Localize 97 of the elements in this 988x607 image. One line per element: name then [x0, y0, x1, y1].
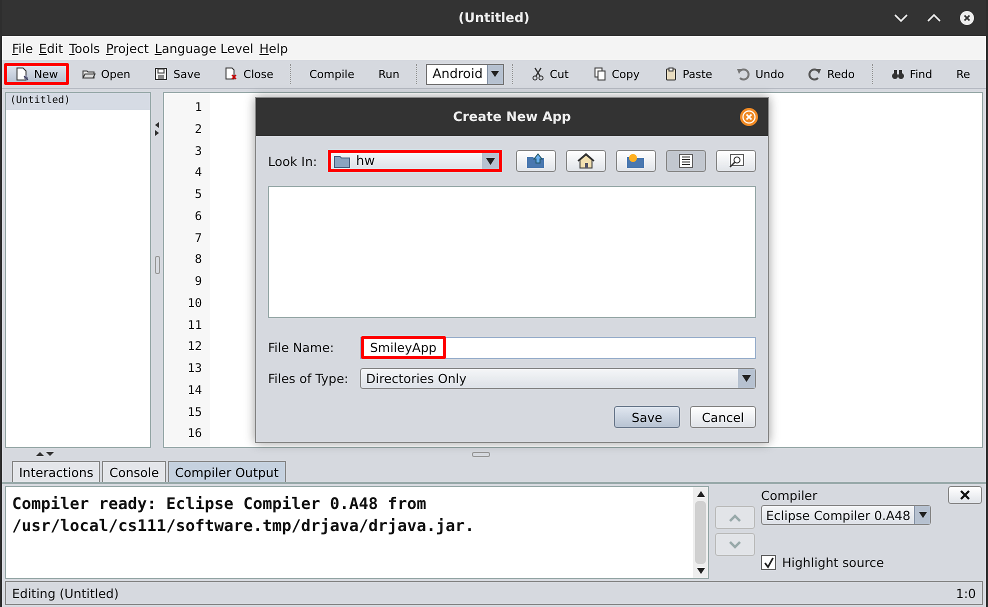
scrollbar[interactable] — [693, 487, 708, 578]
toolbar-button[interactable]: Cut — [520, 63, 580, 85]
line-number: 9 — [194, 273, 202, 290]
file-type-combo[interactable]: Directories Only — [360, 368, 756, 389]
file-name-label: File Name: — [268, 340, 335, 355]
file-name-field[interactable]: SmileyApp — [360, 336, 756, 358]
maximize-icon[interactable] — [927, 13, 941, 23]
cursor-position: 1:0 — [956, 586, 976, 600]
close-icon — [224, 67, 238, 81]
dialog-button[interactable]: Cancel — [690, 406, 756, 428]
new-folder-icon — [626, 153, 646, 169]
menu-item[interactable]: File — [12, 40, 33, 56]
line-number: 3 — [194, 142, 202, 160]
line-number: 10 — [188, 294, 202, 312]
toolbar-button[interactable]: Redo — [797, 63, 866, 85]
document-item[interactable]: (Untitled) — [6, 93, 150, 110]
code-editor[interactable]: 1 2 3 4 5 6 7 8 9 10 11 12 13 14 15 16 Create New App Look In: hw File Name: SmileyApp Files of Type: Directories Only Save Cancel — [163, 92, 983, 448]
line-number: 8 — [194, 251, 202, 268]
line-number: 7 — [194, 230, 202, 246]
up-folder-button[interactable] — [516, 150, 556, 172]
output-line: Compiler ready: Eclipse Compiler 0.A48 from — [12, 493, 428, 515]
line-number: 2 — [194, 120, 202, 138]
collapse-arrows-icon[interactable] — [154, 122, 160, 136]
details-view-button[interactable] — [716, 150, 756, 172]
doc-icon — [15, 67, 29, 81]
highlight-source-checkbox[interactable]: Highlight source — [761, 555, 931, 570]
compiler-combo[interactable]: Eclipse Compiler 0.A48 — [761, 505, 931, 525]
window-title: (Untitled) — [458, 10, 530, 26]
menu-item[interactable]: Edit — [38, 40, 64, 56]
toolbar-button[interactable]: Open — [71, 63, 142, 85]
toolbar-button[interactable]: Save — [143, 63, 212, 85]
toolbar-button[interactable]: Close — [213, 63, 284, 85]
house-icon — [577, 153, 595, 169]
close-icon[interactable] — [960, 11, 974, 25]
toolbar-button[interactable]: Paste — [652, 63, 724, 85]
dialog-button[interactable]: Save — [614, 406, 680, 428]
list-icon — [679, 154, 693, 168]
list-view-button[interactable] — [666, 150, 706, 172]
output-line: /usr/local/cs111/software.tmp/drjava/drjava.jar. — [12, 515, 476, 537]
magnifier-icon — [728, 154, 744, 168]
line-number: 5 — [194, 186, 202, 203]
line-number: 16 — [188, 425, 202, 442]
line-number: 14 — [188, 382, 202, 399]
dialog-title: Create New App — [452, 110, 571, 124]
home-button[interactable] — [566, 150, 606, 172]
line-number: 1 — [194, 99, 202, 116]
line-number: 11 — [188, 316, 202, 334]
new-folder-button[interactable] — [616, 150, 656, 172]
caret-icon — [918, 512, 926, 518]
folder-icon — [334, 154, 350, 168]
language-combo[interactable]: Android — [426, 64, 504, 84]
panel-tab[interactable]: Console — [102, 461, 166, 482]
toolbar-button[interactable]: New — [4, 63, 69, 85]
line-number: 6 — [194, 208, 202, 225]
toolbar-button[interactable]: Undo — [725, 63, 796, 85]
panel-tab[interactable]: Compiler Output — [168, 461, 286, 482]
splitter-handle[interactable] — [472, 452, 490, 456]
compiler-label: Compiler — [761, 488, 818, 503]
caret-icon — [486, 158, 495, 164]
menu-item[interactable]: Language Level — [154, 40, 254, 56]
look-in-label: Look In: — [268, 154, 318, 168]
minimize-icon[interactable] — [894, 13, 908, 23]
files-of-type-label: Files of Type: — [268, 371, 350, 386]
find-icon — [890, 67, 905, 81]
line-number: 4 — [194, 164, 202, 182]
checkmark-icon — [762, 556, 774, 568]
close-icon[interactable] — [740, 108, 758, 126]
line-number: 13 — [188, 360, 202, 377]
folder-up-icon — [526, 153, 546, 169]
toolbar-button[interactable]: Compile — [298, 63, 366, 85]
menu-item[interactable]: Project — [106, 40, 149, 56]
toolbar-button[interactable]: Re — [945, 63, 982, 85]
scroll-up-icon[interactable] — [696, 491, 704, 497]
menu-item[interactable]: Help — [259, 40, 288, 56]
menu-item[interactable]: Tools — [69, 40, 100, 56]
status-text: Editing (Untitled) — [12, 586, 119, 600]
panel-tab[interactable]: Interactions — [12, 461, 100, 482]
toolbar-button[interactable]: Copy — [582, 63, 651, 85]
close-icon — [959, 489, 971, 501]
collapse-arrows-icon[interactable] — [36, 451, 54, 457]
line-number: 15 — [188, 404, 202, 420]
chevron-up-icon — [729, 514, 741, 522]
close-button[interactable] — [948, 486, 982, 504]
paste-icon — [664, 67, 678, 81]
chevron-down-icon — [729, 540, 741, 548]
line-number: 12 — [188, 338, 202, 356]
toolbar-button[interactable]: Find — [880, 63, 944, 85]
undo-icon — [736, 67, 750, 81]
caret-icon — [742, 375, 751, 382]
copy-icon — [592, 67, 607, 81]
look-in-combo[interactable]: hw — [328, 150, 502, 172]
cut-icon — [530, 67, 545, 81]
splitter-handle[interactable] — [154, 256, 160, 274]
caret-icon — [491, 71, 500, 77]
scroll-down-icon[interactable] — [696, 568, 704, 574]
toolbar-button[interactable]: Run — [367, 63, 410, 85]
redo-icon — [808, 67, 822, 81]
